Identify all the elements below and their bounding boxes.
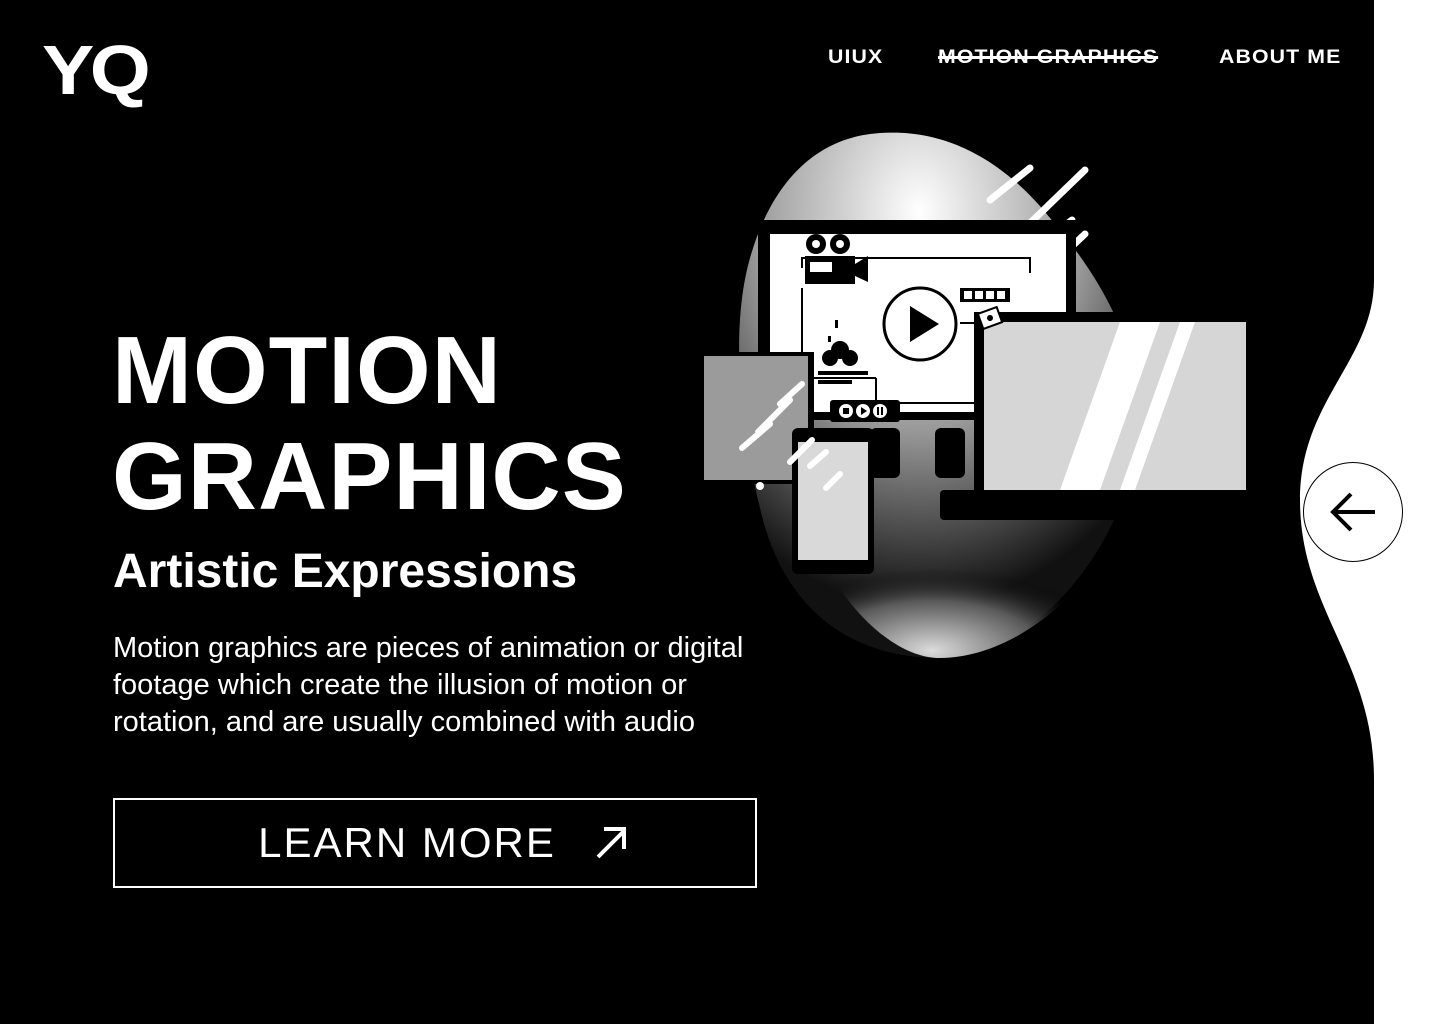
- hero-description: Motion graphics are pieces of animation …: [113, 632, 744, 738]
- hero-title: MOTION GRAPHICS: [112, 318, 627, 530]
- hero-illustration: [700, 132, 1256, 658]
- nav-item-about-me[interactable]: ABOUT ME: [1219, 46, 1341, 70]
- learn-more-label: LEARN MORE: [258, 819, 556, 866]
- hero-title-line-2: GRAPHICS: [112, 423, 627, 530]
- nav-item-uiux[interactable]: UIUX: [828, 46, 883, 70]
- hero-subtitle: Artistic Expressions: [113, 545, 578, 598]
- learn-more-button[interactable]: LEARN MORE: [113, 798, 757, 888]
- back-button[interactable]: [1303, 462, 1403, 562]
- page: YQ UIUX MOTION GRAPHICS ABOUT ME MOTION …: [0, 0, 1440, 1024]
- arrow-up-right-icon: [596, 827, 626, 859]
- logo[interactable]: YQ: [42, 30, 151, 110]
- nav-item-motion-graphics[interactable]: MOTION GRAPHICS: [938, 46, 1158, 70]
- hero-title-line-1: MOTION: [112, 317, 502, 424]
- arrow-left-icon: [1330, 492, 1375, 532]
